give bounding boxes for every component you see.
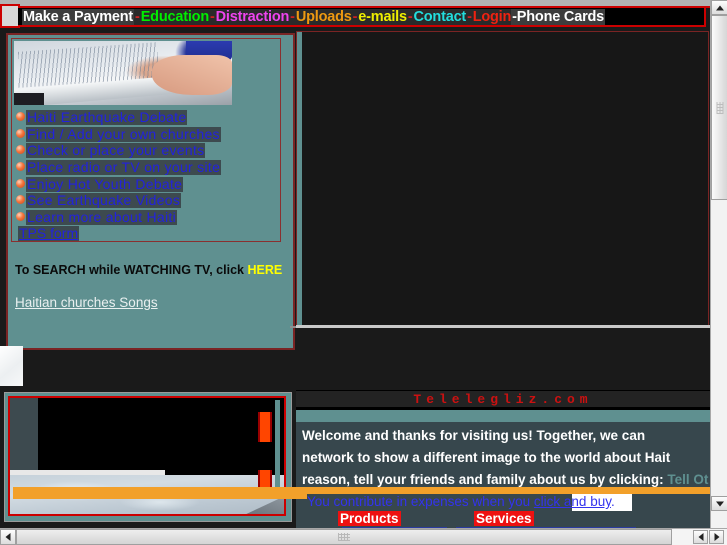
welcome-line-3-text: reason, tell your friends and family abo… <box>302 472 668 487</box>
browser-viewport: Make a Payment -Education-Distraction-Upl… <box>0 0 727 545</box>
search-note-text: To SEARCH while WATCHING TV, click <box>15 263 248 277</box>
contribute-prefix: You contribute in expenses when you <box>307 494 534 509</box>
vertical-scrollbar-thumb[interactable] <box>711 15 727 200</box>
player-video-screen[interactable] <box>38 398 284 474</box>
contribute-text: You contribute in expenses when you clic… <box>307 494 615 509</box>
click-and-buy-link[interactable]: click and buy <box>534 494 611 509</box>
title-teal-underline <box>296 410 710 422</box>
right-area-teal-edge <box>297 32 302 326</box>
hand-shape <box>152 55 232 95</box>
bullet-link-row[interactable]: Enjoy Hot Youth Debate <box>16 175 278 192</box>
left-links-frame: Haiti Earthquake Debate Find / Add your o… <box>11 38 281 242</box>
horizontal-scrollbar-thumb[interactable] <box>16 529 672 545</box>
tps-form-row[interactable]: TPS form <box>16 225 278 242</box>
nav-item-education[interactable]: Education <box>140 9 209 25</box>
scroll-up-arrow-icon[interactable] <box>711 0 727 15</box>
nav-item-phone-cards[interactable]: -Phone Cards <box>511 9 606 25</box>
nav-item-make-a-payment[interactable]: Make a Payment <box>22 9 135 25</box>
nav-links-row: Make a Payment -Education-Distraction-Upl… <box>22 8 606 25</box>
nav-item-uploads[interactable]: Uploads <box>295 9 352 25</box>
player-left-gutter <box>10 398 38 474</box>
player-teal-strip <box>275 400 280 488</box>
nav-left-cap <box>0 4 20 28</box>
bullet-dot-icon <box>16 162 25 172</box>
contribute-row: You contribute in expenses when you clic… <box>307 494 710 512</box>
orange-marker-top[interactable] <box>258 412 272 442</box>
bullet-dot-icon <box>16 195 25 205</box>
bullet-dot-icon <box>16 211 25 221</box>
left-content-panel: Haiti Earthquake Debate Find / Add your o… <box>6 33 295 350</box>
bullet-link-row[interactable]: Place radio or TV on your site <box>16 159 278 176</box>
nav-separator-1: - <box>134 9 141 25</box>
arrow-left-glyph-2 <box>698 533 703 541</box>
nav-item-distraction[interactable]: Distraction <box>215 9 289 25</box>
arrow-up-glyph <box>715 5 724 10</box>
welcome-paragraph: Welcome and thanks for visiting us! Toge… <box>302 425 710 491</box>
bullet-link-row[interactable]: Haiti Earthquake Debate <box>16 109 278 126</box>
products-services-row: Products Services <box>296 511 710 529</box>
scroll-left-arrow-icon[interactable] <box>0 529 16 545</box>
site-title: Telelegliz.com <box>296 391 710 407</box>
bullet-link-label[interactable]: Find / Add your own churches <box>26 126 221 142</box>
nav-separator-3: - <box>208 9 216 25</box>
tell-others-link[interactable]: Tell Ot <box>667 472 708 487</box>
bullet-link-row[interactable]: Check or place your events <box>16 142 278 159</box>
bullet-link-row[interactable]: Learn more about Haiti <box>16 209 278 226</box>
white-texture-chip <box>0 346 23 386</box>
right-area-divider <box>296 325 710 328</box>
right-dark-content-area <box>296 31 709 327</box>
nav-separator-11: - <box>466 9 473 25</box>
scroll-right-arrow-icon[interactable] <box>709 530 724 544</box>
contribute-suffix: . <box>610 494 615 509</box>
bullet-link-label[interactable]: See Earthquake Videos <box>26 193 182 209</box>
haitian-churches-songs-link[interactable]: Haitian churches Songs <box>15 295 158 310</box>
media-player-panel <box>4 392 292 522</box>
bullet-dot-icon <box>16 178 25 188</box>
bullet-link-list: Haiti Earthquake Debate Find / Add your o… <box>16 109 278 242</box>
scroll-down-arrow-icon[interactable] <box>711 496 727 511</box>
services-tag[interactable]: Services <box>474 511 534 526</box>
bullet-link-row[interactable]: Find / Add your own churches <box>16 126 278 143</box>
bullet-dot-icon <box>16 112 25 122</box>
top-navigation-bar: Make a Payment -Education-Distraction-Upl… <box>0 0 727 30</box>
bullet-dot-icon <box>16 145 25 155</box>
scroll-left-step-icon[interactable] <box>693 530 708 544</box>
nav-separator-5: - <box>289 9 296 25</box>
bullet-link-row[interactable]: See Earthquake Videos <box>16 192 278 209</box>
products-tag[interactable]: Products <box>338 511 401 526</box>
book-dark-corner <box>14 93 44 105</box>
arrow-right-glyph <box>714 533 719 541</box>
bullet-link-label[interactable]: Place radio or TV on your site <box>26 160 222 176</box>
welcome-line-2: network to show a different image to the… <box>302 450 671 465</box>
hscrollbar-grip-icon <box>338 533 350 541</box>
horizontal-scrollbar[interactable] <box>0 528 727 545</box>
nav-item-login[interactable]: Login <box>472 9 511 25</box>
nav-item-contact[interactable]: Contact <box>413 9 466 25</box>
tps-form-link[interactable]: TPS form <box>18 226 80 242</box>
nav-item-e-mails[interactable]: e-mails <box>358 9 407 25</box>
here-link[interactable]: HERE <box>247 263 282 277</box>
bullet-link-label[interactable]: Check or place your events <box>26 143 206 159</box>
bullet-link-label[interactable]: Haiti Earthquake Debate <box>26 110 188 126</box>
scrollbar-grip-icon <box>716 101 723 114</box>
bullet-link-label[interactable]: Learn more about Haiti <box>26 209 178 225</box>
book-photo-image <box>14 41 232 105</box>
arrow-left-glyph <box>5 533 11 541</box>
bullet-dot-icon <box>16 128 25 138</box>
welcome-line-1: Welcome and thanks for visiting us! Toge… <box>302 428 646 443</box>
search-while-watching-note: To SEARCH while WATCHING TV, click HERE <box>15 263 290 277</box>
nav-link-strip: Make a Payment -Education-Distraction-Upl… <box>18 6 706 27</box>
bullet-link-label[interactable]: Enjoy Hot Youth Debate <box>26 176 184 192</box>
arrow-down-glyph <box>715 501 724 506</box>
vertical-scrollbar[interactable] <box>710 0 727 528</box>
